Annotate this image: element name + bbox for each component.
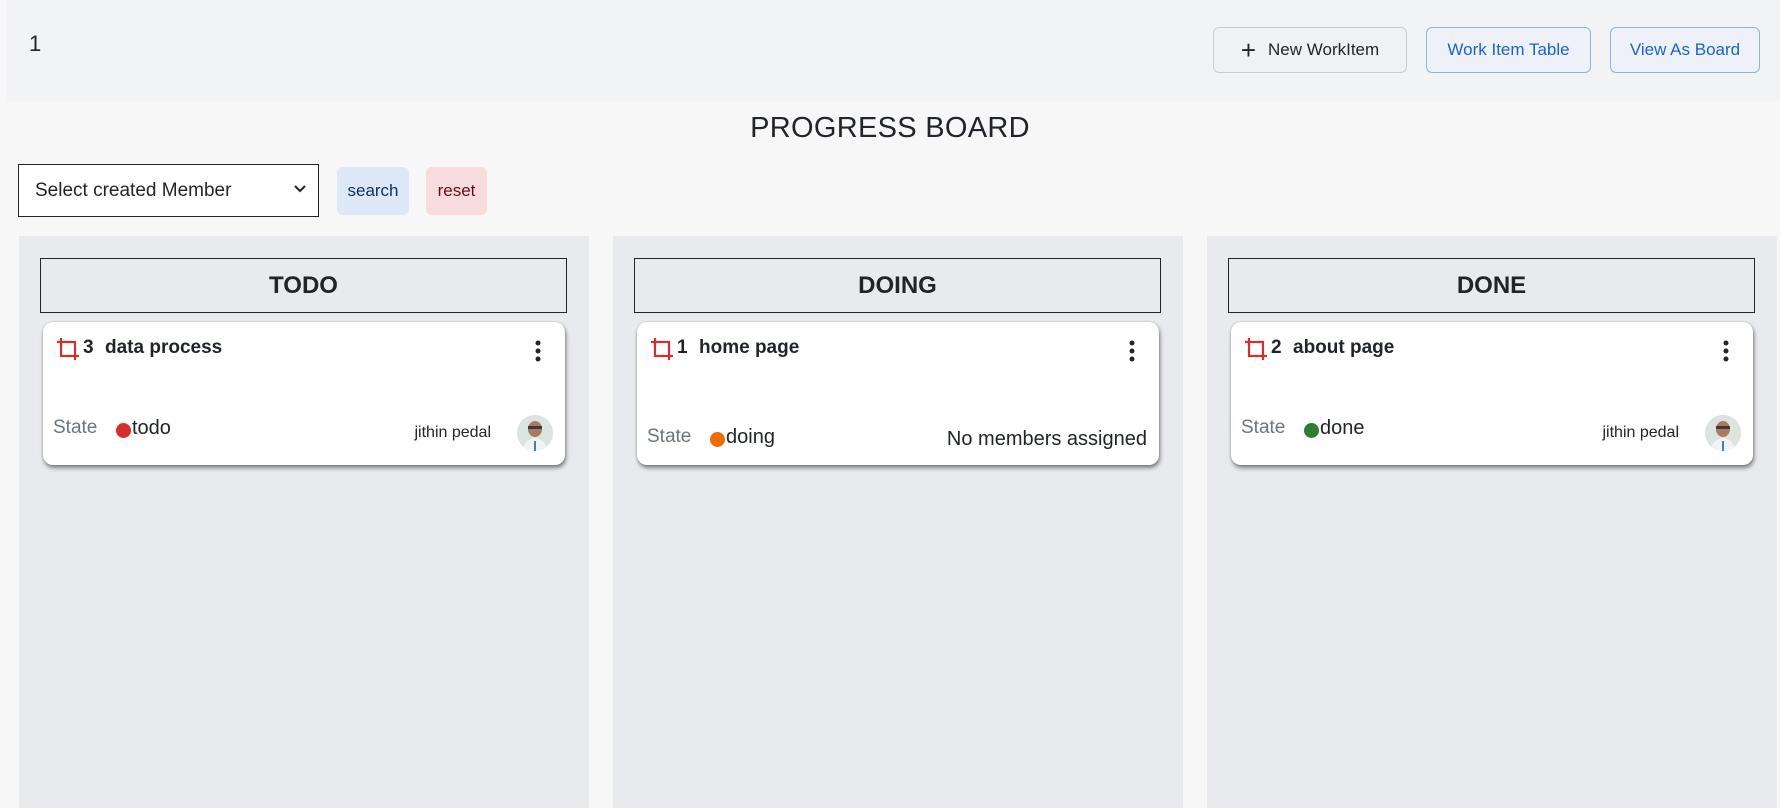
member-select[interactable]: Select created Member: [18, 164, 319, 217]
crop-icon: [651, 338, 673, 360]
search-button[interactable]: search: [337, 167, 409, 215]
crop-icon: [1245, 338, 1267, 360]
column-header-done: DONE: [1228, 258, 1755, 313]
card-id: 2: [1271, 337, 1282, 358]
state-value: todo: [132, 417, 171, 439]
card-title[interactable]: about page: [1293, 337, 1394, 359]
no-members-text: No members assigned: [946, 428, 1147, 450]
state-value: done: [1320, 417, 1365, 439]
assignee-name: jithin pedal: [1602, 424, 1680, 441]
crop-icon: [57, 338, 79, 360]
plus-icon: +: [1240, 35, 1257, 65]
column-header-todo: TODO: [40, 258, 567, 313]
more-options-icon[interactable]: [1723, 340, 1729, 362]
card-id: 1: [677, 337, 688, 358]
card-title[interactable]: home page: [699, 337, 799, 359]
work-item-card[interactable]: 3 data process State todo jithin pedal: [43, 322, 565, 465]
reset-button[interactable]: reset: [426, 167, 487, 215]
assignee-name: jithin pedal: [414, 424, 492, 441]
state-dot: [116, 423, 131, 438]
avatar: [517, 415, 553, 451]
work-item-card[interactable]: 2 about page State done jithin pedal: [1231, 322, 1753, 465]
card-id: 3: [83, 337, 94, 358]
state-label: State: [647, 426, 692, 447]
work-item-card[interactable]: 1 home page State doing No members assig…: [637, 322, 1159, 465]
state-dot: [710, 432, 725, 447]
column-doing: DOING 1 home page State doing No members…: [613, 236, 1183, 808]
work-item-table-button[interactable]: Work Item Table: [1426, 27, 1591, 73]
column-done: DONE 2 about page State done jithin peda…: [1207, 236, 1777, 808]
more-options-icon[interactable]: [535, 340, 541, 362]
member-select-value: Select created Member: [35, 179, 232, 201]
new-workitem-button[interactable]: + New WorkItem: [1213, 27, 1407, 73]
column-todo: TODO 3 data process State todo jithin pe…: [19, 236, 589, 808]
new-workitem-label: New WorkItem: [1268, 40, 1380, 59]
card-title[interactable]: data process: [105, 337, 222, 359]
state-label: State: [1241, 417, 1286, 438]
column-header-doing: DOING: [634, 258, 1161, 313]
view-as-board-button[interactable]: View As Board: [1610, 27, 1760, 73]
page-number: 1: [29, 31, 42, 56]
chevron-down-icon: [294, 185, 306, 193]
page-title: PROGRESS BOARD: [750, 112, 1030, 144]
state-value: doing: [726, 426, 775, 448]
avatar: [1705, 415, 1741, 451]
state-label: State: [53, 417, 98, 438]
state-dot: [1304, 423, 1319, 438]
more-options-icon[interactable]: [1129, 340, 1135, 362]
